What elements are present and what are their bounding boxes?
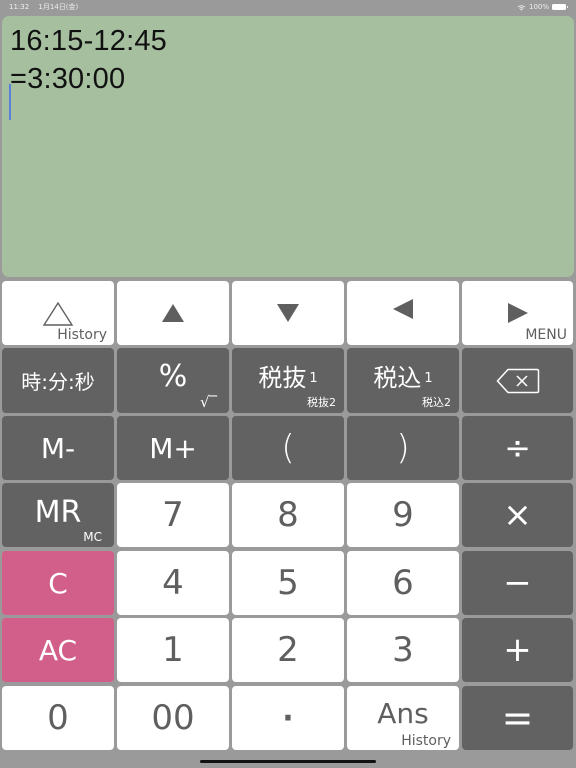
right-menu-button[interactable]: MENU: [462, 281, 573, 345]
digit-7-button[interactable]: 7: [117, 483, 229, 547]
tax-included-sup: 1: [424, 371, 433, 386]
backspace-icon: [495, 368, 539, 393]
decimal-point-button[interactable]: ·: [232, 686, 344, 750]
time-format-label: 時:分:秒: [21, 370, 95, 394]
digit-6-button[interactable]: 6: [347, 551, 459, 615]
digit-9-label: 9: [392, 495, 414, 535]
open-paren-label: (: [281, 428, 295, 468]
decimal-point-label: ·: [282, 700, 294, 736]
digit-3-label: 3: [392, 630, 414, 670]
clear-label: C: [48, 566, 68, 600]
ans-label: Ans: [377, 696, 429, 730]
divide-button[interactable]: ÷: [462, 416, 573, 480]
ans-history-label: History: [401, 733, 451, 749]
digit-9-button[interactable]: 9: [347, 483, 459, 547]
digit-1-label: 1: [162, 630, 184, 670]
double-zero-label: 00: [151, 698, 195, 738]
equals-button[interactable]: =: [462, 686, 573, 750]
tax-excluded-button[interactable]: 税抜 1 税抜2: [232, 348, 344, 413]
digit-5-button[interactable]: 5: [232, 551, 344, 615]
multiply-label: ×: [503, 495, 532, 535]
digit-6-label: 6: [392, 563, 414, 603]
digit-2-button[interactable]: 2: [232, 618, 344, 682]
percent-label: %: [158, 359, 188, 394]
memory-recall-label: MR: [34, 494, 82, 530]
minus-label: −: [503, 563, 532, 603]
all-clear-button[interactable]: AC: [2, 618, 114, 682]
tax-included-sub: 税込2: [422, 396, 451, 409]
right-arrow-icon: [508, 303, 528, 323]
ans-button[interactable]: Ans History: [347, 686, 459, 750]
tax-included-label: 税込: [373, 364, 422, 392]
clear-button[interactable]: C: [2, 551, 114, 615]
open-paren-button[interactable]: (: [232, 416, 344, 480]
left-arrow-icon: [393, 299, 413, 319]
triangle-outline-icon: [42, 301, 74, 326]
memory-minus-label: M-: [40, 431, 76, 465]
down-arrow-icon: [277, 304, 299, 322]
minus-button[interactable]: −: [462, 551, 573, 615]
memory-clear-label: MC: [83, 530, 102, 544]
multiply-button[interactable]: ×: [462, 483, 573, 547]
backspace-button[interactable]: [462, 348, 573, 413]
time-format-button[interactable]: 時:分:秒: [2, 348, 114, 413]
close-paren-label: ): [396, 428, 410, 468]
divide-label: ÷: [504, 429, 531, 467]
double-zero-button[interactable]: 00: [117, 686, 229, 750]
up-button[interactable]: [117, 281, 229, 345]
close-paren-button[interactable]: ): [347, 416, 459, 480]
tax-included-button[interactable]: 税込 1 税込2: [347, 348, 459, 413]
equals-label: =: [501, 696, 534, 740]
digit-0-button[interactable]: 0: [2, 686, 114, 750]
digit-0-label: 0: [47, 698, 69, 738]
digit-3-button[interactable]: 3: [347, 618, 459, 682]
home-indicator[interactable]: [200, 760, 376, 763]
memory-plus-button[interactable]: M+: [117, 416, 229, 480]
tax-excluded-sup: 1: [309, 371, 318, 386]
digit-8-label: 8: [277, 495, 299, 535]
plus-label: +: [503, 630, 532, 670]
history-up-button[interactable]: History: [2, 281, 114, 345]
left-button[interactable]: [347, 281, 459, 345]
keypad: History MENU 時:分:秒 % √‾ 税抜 1 税抜2 税込 1 税込…: [0, 0, 576, 768]
digit-4-button[interactable]: 4: [117, 551, 229, 615]
memory-plus-label: M+: [149, 431, 197, 465]
history-label: History: [57, 327, 107, 343]
down-button[interactable]: [232, 281, 344, 345]
percent-button[interactable]: % √‾: [117, 348, 229, 413]
menu-label: MENU: [525, 327, 567, 343]
all-clear-label: AC: [38, 633, 78, 667]
digit-4-label: 4: [162, 563, 184, 603]
up-arrow-icon: [162, 304, 184, 322]
tax-excluded-label: 税抜: [258, 364, 307, 392]
digit-1-button[interactable]: 1: [117, 618, 229, 682]
sqrt-label: √‾: [199, 393, 217, 411]
plus-button[interactable]: +: [462, 618, 573, 682]
digit-2-label: 2: [277, 630, 299, 670]
digit-8-button[interactable]: 8: [232, 483, 344, 547]
tax-excluded-sub: 税抜2: [307, 396, 336, 409]
digit-5-label: 5: [277, 563, 299, 603]
memory-minus-button[interactable]: M-: [2, 416, 114, 480]
digit-7-label: 7: [162, 495, 184, 535]
memory-recall-button[interactable]: MR MC: [2, 483, 114, 547]
